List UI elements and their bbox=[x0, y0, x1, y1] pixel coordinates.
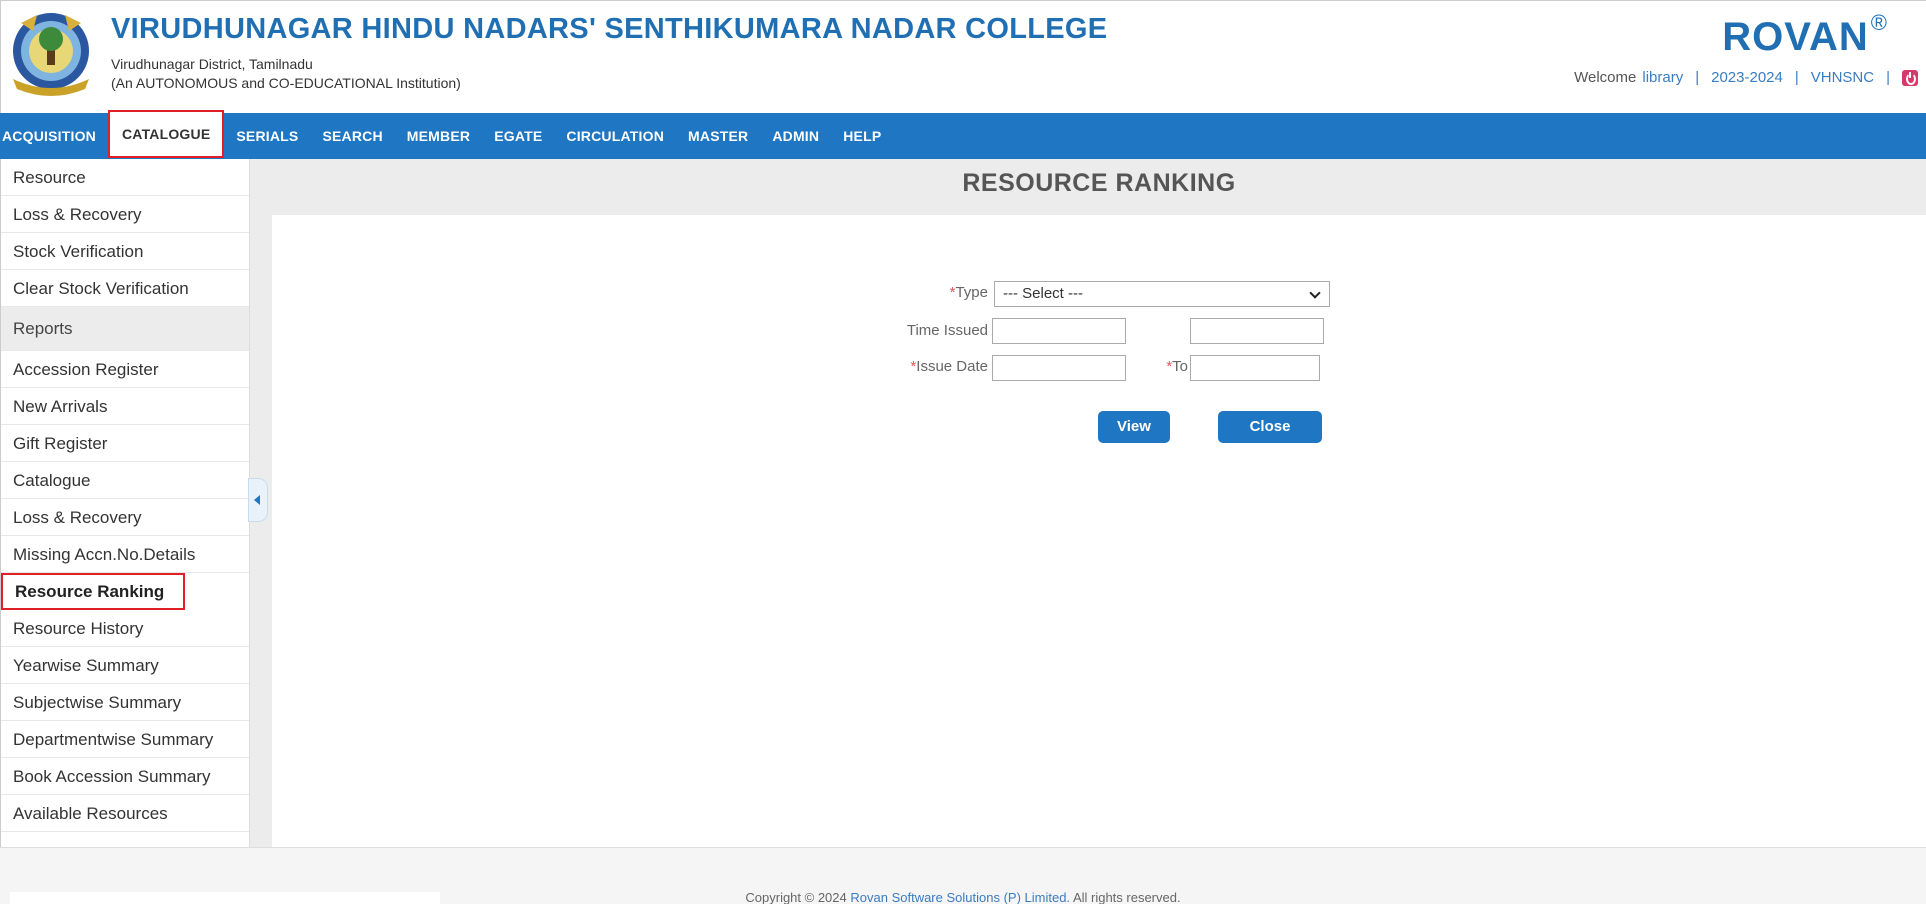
user-bar: Welcome library | 2023-2024 | VHNSNC | bbox=[1574, 69, 1918, 86]
sidebar-section-reports: Reports bbox=[1, 307, 249, 351]
separator: | bbox=[1886, 69, 1890, 86]
nav-admin[interactable]: ADMIN bbox=[760, 113, 831, 159]
welcome-text: Welcome bbox=[1574, 69, 1637, 86]
nav-search[interactable]: SEARCH bbox=[310, 113, 394, 159]
main-nav: ACQUISITION CATALOGUE SERIALS SEARCH MEM… bbox=[0, 110, 1926, 159]
sidebar-item-loss-recovery-report[interactable]: Loss & Recovery bbox=[1, 499, 249, 536]
sidebar-item-departmentwise-summary[interactable]: Departmentwise Summary bbox=[1, 721, 249, 758]
company-link[interactable]: Rovan Software Solutions (P) Limited. bbox=[850, 890, 1070, 904]
sidebar-item-resource[interactable]: Resource bbox=[1, 159, 249, 196]
close-button[interactable]: Close bbox=[1218, 411, 1322, 443]
main-content: RESOURCE RANKING bbox=[272, 159, 1926, 847]
issue-date-label-text: Issue Date bbox=[916, 358, 988, 375]
sidebar-item-missing-accn[interactable]: Missing Accn.No.Details bbox=[1, 536, 249, 573]
type-label: *Type bbox=[900, 284, 988, 301]
brand-registered-mark: ® bbox=[1870, 9, 1888, 35]
sidebar-item-stock-verification[interactable]: Stock Verification bbox=[1, 233, 249, 270]
college-location: Virudhunagar District, Tamilnadu bbox=[111, 56, 313, 72]
sidebar-item-new-arrivals[interactable]: New Arrivals bbox=[1, 388, 249, 425]
sidebar-item-resource-ranking[interactable]: Resource Ranking bbox=[1, 573, 185, 610]
institution-type: (An AUTONOMOUS and CO-EDUCATIONAL Instit… bbox=[111, 75, 461, 91]
issue-date-label: *Issue Date bbox=[870, 358, 988, 375]
nav-help[interactable]: HELP bbox=[831, 113, 893, 159]
chevron-down-icon bbox=[1309, 287, 1321, 299]
to-label: *To bbox=[1150, 358, 1188, 375]
academic-year-link[interactable]: 2023-2024 bbox=[1711, 69, 1783, 86]
collapse-sidebar-icon[interactable] bbox=[248, 478, 268, 522]
sidebar-item-available-resources[interactable]: Available Resources bbox=[1, 795, 249, 832]
nav-egate[interactable]: EGATE bbox=[482, 113, 554, 159]
sidebar-item-subjectwise-summary[interactable]: Subjectwise Summary bbox=[1, 684, 249, 721]
nav-serials[interactable]: SERIALS bbox=[224, 113, 310, 159]
logout-icon[interactable] bbox=[1902, 69, 1918, 86]
type-select[interactable]: --- Select --- bbox=[994, 281, 1330, 307]
brand-logo: ROVAN® bbox=[1722, 10, 1888, 60]
sidebar-item-book-accession-summary[interactable]: Book Accession Summary bbox=[1, 758, 249, 795]
sidebar: Resource Loss & Recovery Stock Verificat… bbox=[0, 159, 250, 847]
username-link[interactable]: library bbox=[1642, 69, 1683, 86]
type-label-text: Type bbox=[955, 284, 988, 301]
time-issued-to-input[interactable] bbox=[1190, 318, 1324, 344]
issue-date-to-input[interactable] bbox=[1190, 355, 1320, 381]
page-title: RESOURCE RANKING bbox=[962, 169, 1236, 197]
institution-code-link[interactable]: VHNSNC bbox=[1811, 69, 1874, 86]
nav-member[interactable]: MEMBER bbox=[395, 113, 482, 159]
issue-date-from-input[interactable] bbox=[992, 355, 1126, 381]
separator: | bbox=[1794, 69, 1799, 86]
sidebar-item-resource-history[interactable]: Resource History bbox=[1, 610, 249, 647]
sidebar-item-clear-stock-verification[interactable]: Clear Stock Verification bbox=[1, 270, 249, 307]
college-name: VIRUDHUNAGAR HINDU NADARS' SENTHIKUMARA … bbox=[111, 13, 1108, 45]
copyright-text: Copyright © 2024 Rovan Software Solution… bbox=[0, 890, 1926, 904]
nav-acquisition[interactable]: ACQUISITION bbox=[0, 113, 108, 159]
copyright-prefix: Copyright © 2024 bbox=[745, 890, 847, 904]
nav-master[interactable]: MASTER bbox=[676, 113, 760, 159]
to-label-text: To bbox=[1172, 358, 1188, 375]
nav-circulation[interactable]: CIRCULATION bbox=[554, 113, 676, 159]
copyright-suffix: All rights reserved. bbox=[1072, 890, 1181, 904]
sidebar-item-loss-recovery[interactable]: Loss & Recovery bbox=[1, 196, 249, 233]
nav-catalogue[interactable]: CATALOGUE bbox=[107, 110, 225, 158]
sidebar-item-gift-register[interactable]: Gift Register bbox=[1, 425, 249, 462]
time-issued-from-input[interactable] bbox=[992, 318, 1126, 344]
type-select-value: --- Select --- bbox=[1003, 285, 1083, 302]
time-issued-label: Time Issued bbox=[906, 322, 988, 339]
view-button[interactable]: View bbox=[1098, 411, 1170, 443]
sidebar-item-yearwise-summary[interactable]: Yearwise Summary bbox=[1, 647, 249, 684]
sidebar-item-catalogue[interactable]: Catalogue bbox=[1, 462, 249, 499]
sidebar-item-accession-register[interactable]: Accession Register bbox=[1, 351, 249, 388]
separator: | bbox=[1695, 69, 1700, 86]
app-header: VIRUDHUNAGAR HINDU NADARS' SENTHIKUMARA … bbox=[0, 0, 1926, 113]
brand-name: ROVAN bbox=[1722, 15, 1869, 59]
college-logo bbox=[7, 9, 95, 97]
